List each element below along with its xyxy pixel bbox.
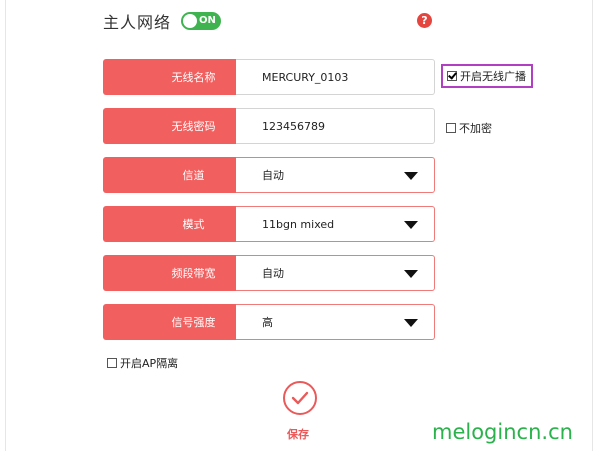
channel-label: 信道 <box>103 157 236 193</box>
chevron-down-icon <box>404 270 418 278</box>
ap-isolation-label: 开启AP隔离 <box>120 357 179 370</box>
broadcast-checkbox[interactable] <box>447 71 457 81</box>
bandwidth-label: 频段带宽 <box>103 255 236 291</box>
ssid-input[interactable]: MERCURY_0103 <box>236 59 435 95</box>
channel-row: 信道 自动 <box>103 157 435 193</box>
ap-isolation-checkbox[interactable] <box>107 358 117 368</box>
checkmark-icon <box>291 391 309 405</box>
no-encrypt-label: 不加密 <box>459 122 492 135</box>
ssid-label: 无线名称 <box>103 59 236 95</box>
password-label: 无线密码 <box>103 108 236 144</box>
chevron-down-icon <box>404 221 418 229</box>
save-label[interactable]: 保存 <box>287 426 309 442</box>
save-button[interactable] <box>283 381 317 415</box>
bandwidth-select[interactable]: 自动 <box>236 255 435 291</box>
mode-label: 模式 <box>103 206 236 242</box>
ssid-row: 无线名称 MERCURY_0103 <box>103 59 435 95</box>
toggle-label: ON <box>199 15 216 26</box>
bandwidth-value: 自动 <box>262 267 284 280</box>
frame-border-left <box>5 0 6 451</box>
network-toggle[interactable]: ON <box>181 12 222 30</box>
chevron-down-icon <box>404 319 418 327</box>
frame-border-right <box>592 0 593 451</box>
broadcast-label: 开启无线广播 <box>460 70 526 83</box>
signal-strength-select[interactable]: 高 <box>236 304 435 340</box>
signal-strength-label: 信号强度 <box>103 304 236 340</box>
broadcast-option[interactable]: 开启无线广播 <box>441 64 533 88</box>
chevron-down-icon <box>404 172 418 180</box>
no-encrypt-checkbox[interactable] <box>446 123 456 133</box>
channel-select[interactable]: 自动 <box>236 157 435 193</box>
signal-strength-value: 高 <box>262 316 273 329</box>
signal-strength-row: 信号强度 高 <box>103 304 435 340</box>
password-row: 无线密码 123456789 <box>103 108 435 144</box>
ap-isolation-option[interactable]: 开启AP隔离 <box>107 355 178 371</box>
no-encrypt-option[interactable]: 不加密 <box>446 120 492 136</box>
mode-row: 模式 11bgn mixed <box>103 206 435 242</box>
password-input[interactable]: 123456789 <box>236 108 435 144</box>
help-icon[interactable]: ? <box>417 13 432 28</box>
toggle-knob <box>183 14 198 28</box>
mode-select[interactable]: 11bgn mixed <box>236 206 435 242</box>
section-title: 主人网络 <box>103 13 172 32</box>
bandwidth-row: 频段带宽 自动 <box>103 255 435 291</box>
watermark: melogincn.cn <box>432 420 573 444</box>
mode-value: 11bgn mixed <box>262 217 335 231</box>
section-header: 主人网络 ON <box>103 10 222 32</box>
channel-value: 自动 <box>262 169 284 182</box>
